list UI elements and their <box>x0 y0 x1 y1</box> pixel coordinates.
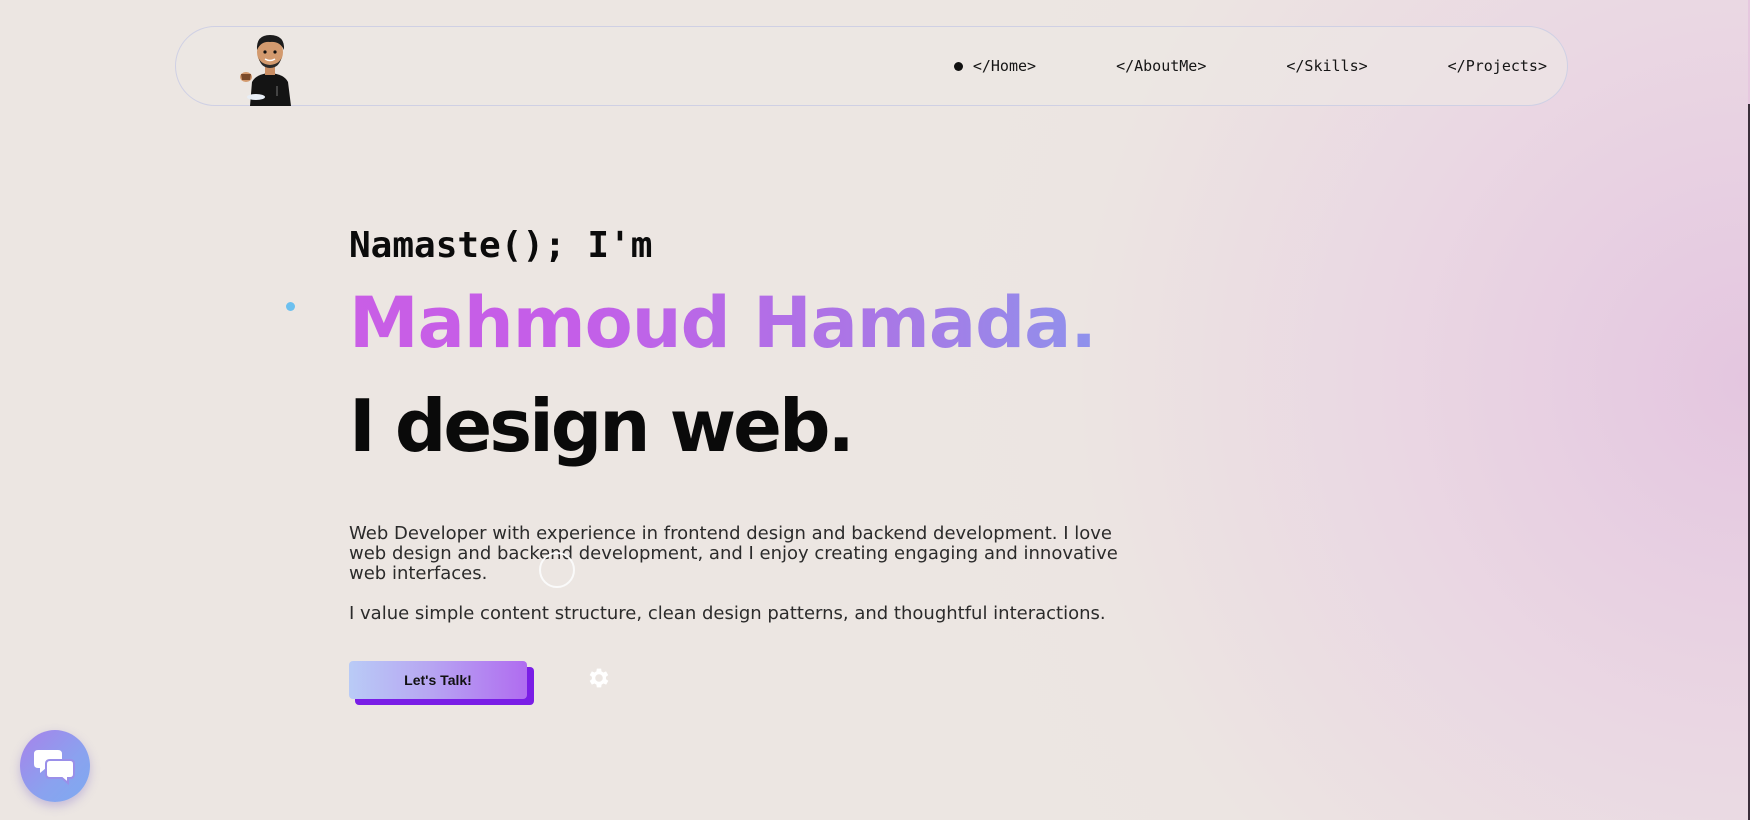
nav-item-home[interactable]: </Home> <box>953 57 1036 75</box>
nav-item-projects[interactable]: </Projects> <box>1448 57 1547 75</box>
hero-greeting: Namaste(); I'm <box>349 225 653 266</box>
lets-talk-button[interactable]: Let's Talk! <box>349 661 534 705</box>
nav-item-skills-label[interactable]: </Skills> <box>1286 57 1367 75</box>
active-dot-icon <box>953 61 963 71</box>
nav-item-aboutme[interactable]: </AboutMe> <box>1116 57 1206 75</box>
nav-item-home-label[interactable]: </Home> <box>973 57 1036 75</box>
decorative-dot <box>286 302 295 311</box>
hero-tagline: I design web. <box>349 384 855 468</box>
hero-name: Mahmoud Hamada. <box>349 282 1097 364</box>
hero-description: Web Developer with experience in fronten… <box>349 523 1118 584</box>
chat-button[interactable] <box>20 730 90 802</box>
nav-links: </Home> </AboutMe> </Skills> </Projects> <box>953 27 1547 105</box>
chat-bubbles-icon <box>34 750 75 786</box>
navbar: </Home> </AboutMe> </Skills> </Projects> <box>175 26 1568 106</box>
avatar-logo-icon[interactable] <box>234 30 306 106</box>
lets-talk-button-label[interactable]: Let's Talk! <box>349 661 527 699</box>
nav-item-aboutme-label[interactable]: </AboutMe> <box>1116 57 1206 75</box>
cursor-ring <box>539 552 575 588</box>
gear-icon[interactable] <box>586 665 612 691</box>
hero-values: I value simple content structure, clean … <box>349 603 1106 624</box>
nav-item-skills[interactable]: </Skills> <box>1286 57 1367 75</box>
nav-item-projects-label[interactable]: </Projects> <box>1448 57 1547 75</box>
